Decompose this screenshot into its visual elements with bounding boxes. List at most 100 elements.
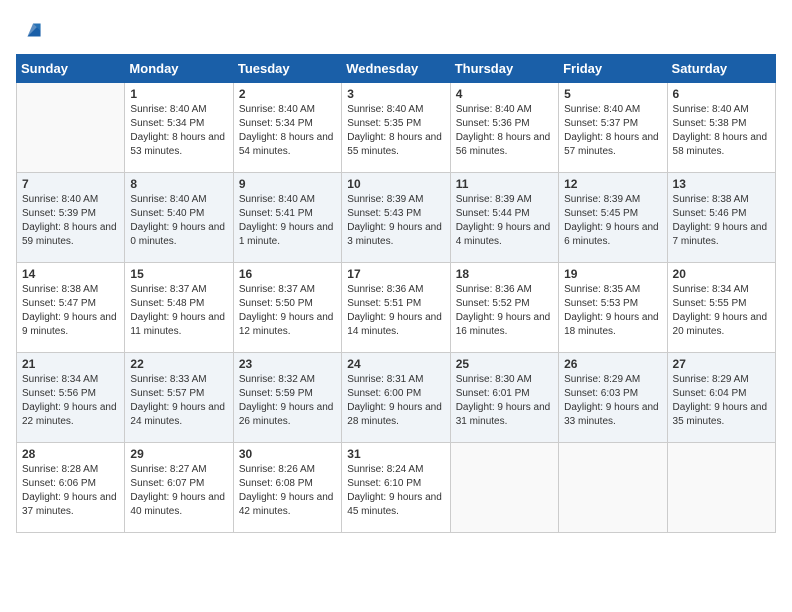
sunrise-text: Sunrise: 8:40 AM	[564, 103, 661, 117]
calendar-cell: 15Sunrise: 8:37 AMSunset: 5:48 PMDayligh…	[125, 263, 233, 353]
daylight-text: Daylight: 8 hours and 56 minutes.	[456, 131, 553, 159]
sunset-text: Sunset: 5:37 PM	[564, 117, 661, 131]
day-info: Sunrise: 8:34 AMSunset: 5:56 PMDaylight:…	[22, 373, 119, 429]
sunset-text: Sunset: 6:08 PM	[239, 477, 336, 491]
day-number: 17	[347, 267, 444, 281]
week-row-5: 28Sunrise: 8:28 AMSunset: 6:06 PMDayligh…	[17, 443, 776, 533]
day-info: Sunrise: 8:40 AMSunset: 5:36 PMDaylight:…	[456, 103, 553, 159]
daylight-text: Daylight: 9 hours and 12 minutes.	[239, 311, 336, 339]
day-number: 19	[564, 267, 661, 281]
sunrise-text: Sunrise: 8:40 AM	[239, 193, 336, 207]
sunrise-text: Sunrise: 8:40 AM	[456, 103, 553, 117]
sunset-text: Sunset: 5:52 PM	[456, 297, 553, 311]
calendar-cell: 9Sunrise: 8:40 AMSunset: 5:41 PMDaylight…	[233, 173, 341, 263]
calendar-cell: 6 Sunrise: 8:40 AMSunset: 5:38 PMDaylight…	[667, 83, 775, 173]
daylight-text: Daylight: 9 hours and 7 minutes.	[673, 221, 770, 249]
sunset-text: Sunset: 5:38 PM	[673, 117, 770, 131]
day-info: Sunrise: 8:40 AMSunset: 5:34 PMDaylight:…	[239, 103, 336, 159]
calendar-cell: 2Sunrise: 8:40 AMSunset: 5:34 PMDaylight…	[233, 83, 341, 173]
daylight-text: Daylight: 8 hours and 58 minutes.	[673, 131, 770, 159]
day-number: 8	[130, 177, 227, 191]
calendar-cell: 23Sunrise: 8:32 AMSunset: 5:59 PMDayligh…	[233, 353, 341, 443]
calendar-cell: 25Sunrise: 8:30 AMSunset: 6:01 PMDayligh…	[450, 353, 558, 443]
sunset-text: Sunset: 5:59 PM	[239, 387, 336, 401]
sunset-text: Sunset: 5:51 PM	[347, 297, 444, 311]
weekday-header-row: SundayMondayTuesdayWednesdayThursdayFrid…	[17, 55, 776, 83]
sunrise-text: Sunrise: 8:34 AM	[22, 373, 119, 387]
day-number: 9	[239, 177, 336, 191]
daylight-text: Daylight: 9 hours and 26 minutes.	[239, 401, 336, 429]
calendar-cell	[559, 443, 667, 533]
sunrise-text: Sunrise: 8:28 AM	[22, 463, 119, 477]
day-number: 30	[239, 447, 336, 461]
sunset-text: Sunset: 5:39 PM	[22, 207, 119, 221]
sunrise-text: Sunrise: 8:39 AM	[456, 193, 553, 207]
day-info: Sunrise: 8:40 AMSunset: 5:34 PMDaylight:…	[130, 103, 227, 159]
sunrise-text: Sunrise: 8:35 AM	[564, 283, 661, 297]
sunrise-text: Sunrise: 8:31 AM	[347, 373, 444, 387]
day-number: 26	[564, 357, 661, 371]
day-info: Sunrise: 8:40 AMSunset: 5:39 PMDaylight:…	[22, 193, 119, 249]
daylight-text: Daylight: 9 hours and 14 minutes.	[347, 311, 444, 339]
daylight-text: Daylight: 8 hours and 53 minutes.	[130, 131, 227, 159]
sunrise-text: Sunrise: 8:38 AM	[673, 193, 770, 207]
sunset-text: Sunset: 5:57 PM	[130, 387, 227, 401]
day-number: 12	[564, 177, 661, 191]
week-row-3: 14Sunrise: 8:38 AMSunset: 5:47 PMDayligh…	[17, 263, 776, 353]
day-number: 29	[130, 447, 227, 461]
sunset-text: Sunset: 6:00 PM	[347, 387, 444, 401]
sunset-text: Sunset: 5:55 PM	[673, 297, 770, 311]
day-number: 25	[456, 357, 553, 371]
calendar-cell: 31 Sunrise: 8:24 AMSunset: 6:10 PMDayligh…	[342, 443, 450, 533]
week-row-2: 7Sunrise: 8:40 AMSunset: 5:39 PMDaylight…	[17, 173, 776, 263]
weekday-header-wednesday: Wednesday	[342, 55, 450, 83]
sunset-text: Sunset: 6:10 PM	[347, 477, 444, 491]
day-number: 13	[673, 177, 770, 191]
weekday-header-tuesday: Tuesday	[233, 55, 341, 83]
day-info: Sunrise: 8:40 AMSunset: 5:38 PMDaylight:…	[673, 103, 770, 159]
day-number: 20	[673, 267, 770, 281]
day-number: 31	[347, 447, 444, 461]
daylight-text: Daylight: 9 hours and 1 minute.	[239, 221, 336, 249]
sunrise-text: Sunrise: 8:32 AM	[239, 373, 336, 387]
day-number: 6	[673, 87, 770, 101]
calendar-cell: 12Sunrise: 8:39 AMSunset: 5:45 PMDayligh…	[559, 173, 667, 263]
daylight-text: Daylight: 9 hours and 28 minutes.	[347, 401, 444, 429]
day-number: 15	[130, 267, 227, 281]
sunrise-text: Sunrise: 8:40 AM	[239, 103, 336, 117]
day-info: Sunrise: 8:24 AMSunset: 6:10 PMDaylight:…	[347, 463, 444, 519]
sunset-text: Sunset: 5:35 PM	[347, 117, 444, 131]
day-number: 1	[130, 87, 227, 101]
daylight-text: Daylight: 8 hours and 55 minutes.	[347, 131, 444, 159]
calendar-cell: 30Sunrise: 8:26 AMSunset: 6:08 PMDayligh…	[233, 443, 341, 533]
sunrise-text: Sunrise: 8:40 AM	[347, 103, 444, 117]
daylight-text: Daylight: 9 hours and 6 minutes.	[564, 221, 661, 249]
day-info: Sunrise: 8:36 AMSunset: 5:52 PMDaylight:…	[456, 283, 553, 339]
calendar-cell	[17, 83, 125, 173]
daylight-text: Daylight: 9 hours and 45 minutes.	[347, 491, 444, 519]
day-number: 24	[347, 357, 444, 371]
calendar-cell	[667, 443, 775, 533]
sunset-text: Sunset: 5:56 PM	[22, 387, 119, 401]
day-number: 7	[22, 177, 119, 191]
day-number: 14	[22, 267, 119, 281]
daylight-text: Daylight: 8 hours and 57 minutes.	[564, 131, 661, 159]
day-info: Sunrise: 8:33 AMSunset: 5:57 PMDaylight:…	[130, 373, 227, 429]
day-number: 11	[456, 177, 553, 191]
calendar-cell: 20Sunrise: 8:34 AMSunset: 5:55 PMDayligh…	[667, 263, 775, 353]
daylight-text: Daylight: 9 hours and 11 minutes.	[130, 311, 227, 339]
sunset-text: Sunset: 5:36 PM	[456, 117, 553, 131]
sunrise-text: Sunrise: 8:26 AM	[239, 463, 336, 477]
day-info: Sunrise: 8:40 AMSunset: 5:35 PMDaylight:…	[347, 103, 444, 159]
day-info: Sunrise: 8:27 AMSunset: 6:07 PMDaylight:…	[130, 463, 227, 519]
logo	[16, 16, 48, 44]
daylight-text: Daylight: 9 hours and 4 minutes.	[456, 221, 553, 249]
sunset-text: Sunset: 5:53 PM	[564, 297, 661, 311]
sunrise-text: Sunrise: 8:24 AM	[347, 463, 444, 477]
sunrise-text: Sunrise: 8:40 AM	[22, 193, 119, 207]
calendar-cell: 17Sunrise: 8:36 AMSunset: 5:51 PMDayligh…	[342, 263, 450, 353]
day-info: Sunrise: 8:35 AMSunset: 5:53 PMDaylight:…	[564, 283, 661, 339]
weekday-header-monday: Monday	[125, 55, 233, 83]
calendar-cell: 14Sunrise: 8:38 AMSunset: 5:47 PMDayligh…	[17, 263, 125, 353]
sunrise-text: Sunrise: 8:38 AM	[22, 283, 119, 297]
